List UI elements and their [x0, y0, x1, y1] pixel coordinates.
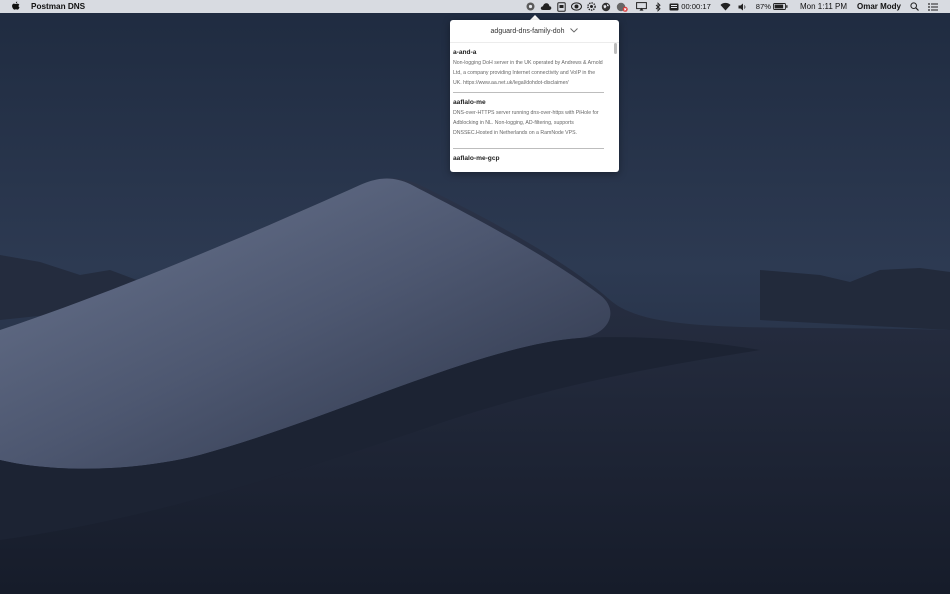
scrollbar-track[interactable] — [613, 43, 618, 172]
server-item[interactable]: a-and-a Non-logging DoH server in the UK… — [450, 43, 612, 88]
server-name: a-and-a — [453, 49, 477, 56]
vpn-globe-icon[interactable] — [616, 0, 628, 13]
user-account-menu[interactable]: Omar Mody — [857, 2, 901, 11]
volume-icon[interactable] — [738, 0, 747, 13]
postman-dns-icon[interactable] — [526, 0, 535, 13]
wifi-icon[interactable] — [720, 0, 731, 13]
menu-bar: Postman DNS 00:00:17 87% Mon 1:11 PM Oma… — [0, 0, 950, 13]
server-item[interactable]: aaflalo-me-gcp — [450, 149, 612, 162]
app-name-menu[interactable]: Postman DNS — [31, 2, 85, 11]
notification-center-icon[interactable] — [928, 0, 938, 13]
selected-server-label: adguard-dns-family-doh — [490, 27, 565, 35]
document-icon[interactable] — [557, 0, 566, 13]
timer-readout[interactable]: 00:00:17 — [681, 2, 711, 11]
globe-app-icon[interactable] — [601, 0, 611, 13]
dns-server-popover: adguard-dns-family-doh a-and-a Non-loggi… — [450, 20, 619, 172]
battery-percent[interactable]: 87% — [756, 2, 771, 11]
server-description: DNS-over-HTTPS server running dns-over-h… — [453, 110, 599, 136]
server-list[interactable]: a-and-a Non-logging DoH server in the UK… — [450, 43, 612, 172]
spotlight-icon[interactable] — [910, 0, 919, 13]
creative-cloud-icon[interactable] — [540, 0, 552, 13]
server-item[interactable]: aaflalo-me DNS-over-HTTPS server running… — [450, 93, 612, 138]
server-description: Non-logging DoH server in the UK operate… — [453, 60, 603, 86]
server-selector[interactable]: adguard-dns-family-doh — [450, 20, 619, 43]
scrollbar-thumb[interactable] — [614, 43, 617, 54]
airplay-icon[interactable] — [636, 0, 648, 13]
server-name: aaflalo-me — [453, 99, 486, 106]
timer-icon[interactable] — [669, 0, 679, 13]
battery-icon[interactable] — [773, 0, 788, 13]
gear-app-icon[interactable] — [587, 0, 597, 13]
bluetooth-icon[interactable] — [655, 0, 661, 13]
menu-clock[interactable]: Mon 1:11 PM — [800, 2, 847, 11]
apple-menu-icon[interactable] — [11, 1, 20, 12]
eye-icon[interactable] — [571, 0, 583, 13]
server-name: aaflalo-me-gcp — [453, 155, 500, 162]
chevron-down-icon — [570, 27, 579, 35]
